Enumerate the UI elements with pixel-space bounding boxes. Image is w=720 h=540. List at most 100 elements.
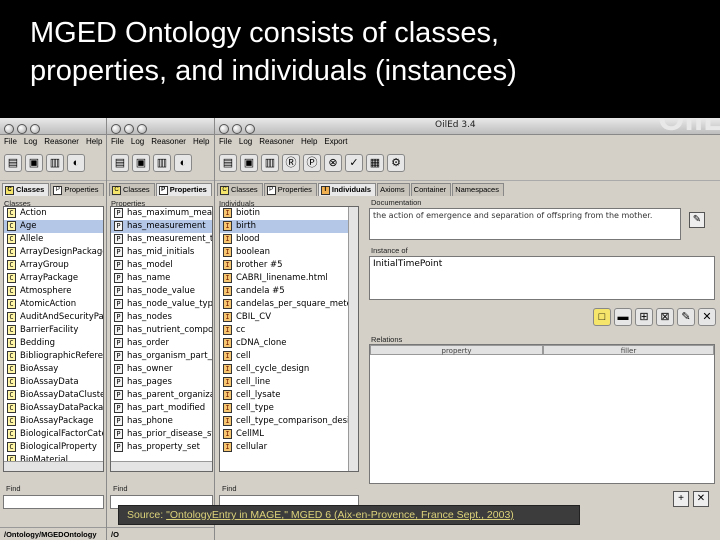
menu-help[interactable]: Help [86, 137, 102, 146]
list-item[interactable]: Ibiotin [220, 207, 358, 220]
list-item[interactable]: Icell_cycle_design [220, 363, 358, 376]
list-item[interactable]: Phas_node_value_type [111, 298, 212, 311]
minimize-window-button[interactable] [232, 124, 242, 134]
instance-of-value[interactable]: InitialTimePoint [373, 259, 442, 269]
classify-icon[interactable]: ⊗ [324, 154, 342, 172]
list-item[interactable]: I CBIL_CV [220, 311, 358, 324]
list-item[interactable]: C Atmosphere [4, 285, 103, 298]
list-item[interactable]: C BioAssayData [4, 376, 103, 389]
list-item[interactable]: C AtomicAction [4, 298, 103, 311]
tab-properties[interactable]: P Properties [155, 183, 212, 196]
list-item[interactable]: Iboolean [220, 246, 358, 259]
list-item[interactable]: Phas_nutrient_component [111, 324, 212, 337]
documentation-field[interactable]: the action of emergence and separation o… [369, 208, 681, 240]
instance-of-list[interactable]: InitialTimePoint [369, 256, 715, 300]
list-item[interactable]: Phas_owner [111, 363, 212, 376]
list-item[interactable]: Phas_order [111, 337, 212, 350]
list-item[interactable]: Phas_nodes [111, 311, 212, 324]
new-icon[interactable]: ▤ [219, 154, 237, 172]
minimize-window-button[interactable] [17, 124, 27, 134]
close-window-button[interactable] [111, 124, 121, 134]
open-icon[interactable]: ▣ [240, 154, 258, 172]
tab-axioms[interactable]: Axioms [377, 183, 410, 196]
list-item[interactable]: C ArrayPackage [4, 272, 103, 285]
list-item[interactable]: Icell_lysate [220, 389, 358, 402]
list-item[interactable]: Iblood [220, 233, 358, 246]
list-item[interactable]: Ibrother #5 [220, 259, 358, 272]
save-icon[interactable]: ▥ [46, 154, 64, 172]
list-item[interactable]: C ArrayDesignPackage [4, 246, 103, 259]
list-item[interactable]: C Age [4, 220, 103, 233]
tab-classes[interactable]: C Classes [2, 183, 50, 196]
menu-reasoner[interactable]: Reasoner [259, 137, 294, 146]
horizontal-scrollbar[interactable] [4, 461, 103, 471]
open-icon[interactable]: ▣ [132, 154, 150, 172]
tab-properties[interactable]: P Properties [263, 183, 317, 196]
list-item[interactable]: C Allele [4, 233, 103, 246]
list-item[interactable]: Phas_measurement_type [111, 233, 212, 246]
new-icon[interactable]: ▤ [4, 154, 22, 172]
minimize-window-button[interactable] [124, 124, 134, 134]
list-item[interactable]: Phas_part_modified [111, 402, 212, 415]
list-item[interactable]: Phas_phone [111, 415, 212, 428]
reasoner-icon[interactable]: ◐ [174, 154, 192, 172]
list-item[interactable]: Ibirth [220, 220, 358, 233]
tab-classes[interactable]: C Classes [109, 183, 155, 196]
list-item[interactable]: C ArrayGroup [4, 259, 103, 272]
list-item[interactable]: C AuditAndSecurityPackage [4, 311, 103, 324]
list-item[interactable]: Phas_prior_disease_state [111, 428, 212, 441]
menu-reasoner[interactable]: Reasoner [151, 137, 186, 146]
remove-class-icon[interactable]: ▬ [614, 308, 632, 326]
list-item[interactable]: Phas_model [111, 259, 212, 272]
source-link[interactable]: "OntologyEntry in MAGE," MGED 6 (Aix-en-… [166, 509, 514, 521]
list-item[interactable]: Phas_node_value [111, 285, 212, 298]
close-window-button[interactable] [219, 124, 229, 134]
reasoner-icon[interactable]: Ⓡ [282, 154, 300, 172]
list-item[interactable]: C Action [4, 207, 103, 220]
list-item[interactable]: C BiologicalProperty [4, 441, 103, 454]
close-window-button[interactable] [4, 124, 14, 134]
add-relation-icon[interactable]: + [673, 491, 689, 507]
find-input[interactable] [3, 495, 104, 509]
tab-container[interactable]: Container [410, 183, 452, 196]
save-icon[interactable]: ▥ [261, 154, 279, 172]
list-item[interactable]: Phas_organism_part_age [111, 350, 212, 363]
settings-icon[interactable]: ⚙ [387, 154, 405, 172]
menu-help[interactable]: Help [193, 137, 209, 146]
reasoner-icon[interactable]: ◐ [67, 154, 85, 172]
expression-icon[interactable]: ⊞ [635, 308, 653, 326]
zoom-window-button[interactable] [137, 124, 147, 134]
list-item[interactable]: Phas_measurement [111, 220, 212, 233]
list-item[interactable]: Icandelas_per_square_meter [220, 298, 358, 311]
list-item[interactable]: Icell [220, 350, 358, 363]
list-item[interactable]: C BiologicalFactorCategory [4, 428, 103, 441]
list-item[interactable]: Icell_type_comparison_design [220, 415, 358, 428]
list-item[interactable]: C Bedding [4, 337, 103, 350]
menu-help[interactable]: Help [301, 137, 317, 146]
list-item[interactable]: Phas_name [111, 272, 212, 285]
list-item[interactable]: Icellular [220, 441, 358, 454]
horizontal-scrollbar[interactable] [111, 461, 212, 471]
remove-relation-icon[interactable]: ✕ [693, 491, 709, 507]
save-icon[interactable]: ▥ [153, 154, 171, 172]
zoom-window-button[interactable] [30, 124, 40, 134]
list-item[interactable]: Phas_parent_organization [111, 389, 212, 402]
menu-reasoner[interactable]: Reasoner [44, 137, 79, 146]
list-item[interactable]: C BibliographicReference [4, 350, 103, 363]
check-icon[interactable]: ✓ [345, 154, 363, 172]
list-item[interactable]: IcDNA_clone [220, 337, 358, 350]
list-item[interactable]: Phas_property_set [111, 441, 212, 454]
list-item[interactable]: Phas_maximum_measurement [111, 207, 212, 220]
list-item[interactable]: C BioAssayPackage [4, 415, 103, 428]
vertical-scrollbar[interactable] [348, 207, 358, 471]
grid-icon[interactable]: ▦ [366, 154, 384, 172]
clear-icon[interactable]: ⊠ [656, 308, 674, 326]
delete-icon[interactable]: ✕ [698, 308, 716, 326]
edit-documentation-icon[interactable]: ✎ [689, 212, 705, 228]
list-item[interactable]: Icandela #5 [220, 285, 358, 298]
list-item[interactable]: I CellML [220, 428, 358, 441]
export-icon[interactable]: Ⓟ [303, 154, 321, 172]
list-item[interactable]: C BioAssayDataCluster [4, 389, 103, 402]
list-item[interactable]: C BarrierFacility [4, 324, 103, 337]
list-item[interactable]: Icell_line [220, 376, 358, 389]
